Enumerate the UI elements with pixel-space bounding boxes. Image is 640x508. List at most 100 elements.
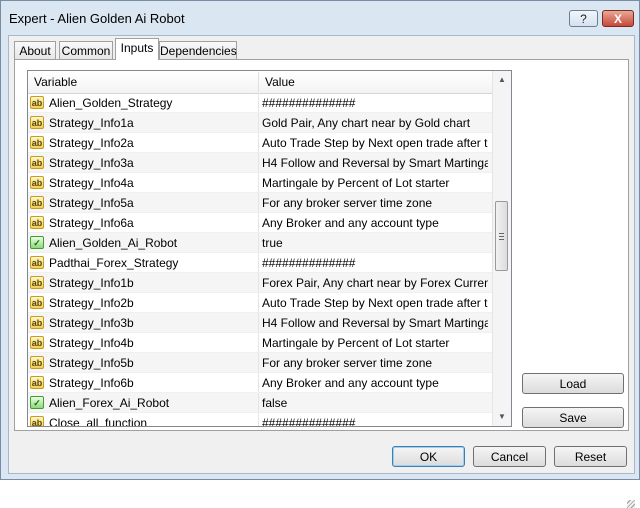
- title-bar[interactable]: Expert - Alien Golden Ai Robot ? X: [1, 1, 639, 35]
- grip-line: [499, 233, 504, 234]
- input-row[interactable]: ab Strategy_Info5a For any broker server t…: [28, 193, 492, 213]
- variable-value[interactable]: ##############: [262, 416, 488, 426]
- variable-value[interactable]: For any broker server time zone: [262, 196, 488, 210]
- variable-name: Alien_Golden_Strategy: [49, 96, 173, 110]
- input-row[interactable]: ab Strategy_Info4b Martingale by Percent o…: [28, 333, 492, 353]
- scroll-up-arrow-icon[interactable]: ▲: [493, 71, 511, 89]
- string-type-icon: ab: [30, 356, 44, 369]
- cell-divider: [258, 333, 259, 352]
- variable-name: Strategy_Info3a: [49, 156, 134, 170]
- string-type-icon: ab: [30, 176, 44, 189]
- variable-name: Alien_Forex_Ai_Robot: [49, 396, 170, 410]
- tab-inputs[interactable]: Inputs: [115, 38, 159, 60]
- input-row[interactable]: ab Strategy_Info4a Martingale by Percent o…: [28, 173, 492, 193]
- scroll-down-arrow-icon[interactable]: ▼: [493, 408, 511, 426]
- variable-name: Strategy_Info4a: [49, 176, 134, 190]
- ok-button[interactable]: OK: [392, 446, 465, 467]
- input-row[interactable]: ab Padthai_Forex_Strategy ##############: [28, 253, 492, 273]
- cell-divider: [258, 193, 259, 212]
- variable-value[interactable]: Martingale by Percent of Lot starter: [262, 176, 488, 190]
- input-row[interactable]: ab Strategy_Info5b For any broker server t…: [28, 353, 492, 373]
- grid-rows: ab Alien_Golden_Strategy ############## ab S…: [28, 93, 492, 427]
- variable-value[interactable]: Auto Trade Step by Next open trade after…: [262, 136, 488, 150]
- input-row[interactable]: ✓ Alien_Forex_Ai_Robot false: [28, 393, 492, 413]
- input-row[interactable]: ✓ Alien_Golden_Ai_Robot true: [28, 233, 492, 253]
- cell-divider: [258, 293, 259, 312]
- variable-name: Alien_Golden_Ai_Robot: [49, 236, 178, 250]
- column-header-variable[interactable]: Variable: [34, 75, 77, 89]
- variable-name: Strategy_Info6a: [49, 216, 134, 230]
- variable-name: Strategy_Info2a: [49, 136, 134, 150]
- variable-name: Strategy_Info5b: [49, 356, 134, 370]
- string-type-icon: ab: [30, 376, 44, 389]
- string-type-icon: ab: [30, 256, 44, 269]
- boolean-type-icon: ✓: [30, 396, 44, 409]
- input-row[interactable]: ab Strategy_Info6b Any Broker and any acco…: [28, 373, 492, 393]
- variable-name: Strategy_Info3b: [49, 316, 134, 330]
- resize-grip-icon[interactable]: [627, 500, 635, 508]
- scroll-thumb[interactable]: [495, 201, 508, 271]
- cell-divider: [258, 373, 259, 392]
- input-row[interactable]: ab Strategy_Info2a Auto Trade Step by Next…: [28, 133, 492, 153]
- string-type-icon: ab: [30, 416, 44, 427]
- variable-value[interactable]: Any Broker and any account type: [262, 376, 488, 390]
- variable-name: Strategy_Info5a: [49, 196, 134, 210]
- input-row[interactable]: ab Strategy_Info2b Auto Trade Step by Next…: [28, 293, 492, 313]
- string-type-icon: ab: [30, 276, 44, 289]
- string-type-icon: ab: [30, 216, 44, 229]
- cell-divider: [258, 213, 259, 232]
- expert-dialog: Expert - Alien Golden Ai Robot ? X About…: [0, 0, 640, 508]
- variable-value[interactable]: Gold Pair, Any chart near by Gold chart: [262, 116, 488, 130]
- variable-name: Padthai_Forex_Strategy: [49, 256, 179, 270]
- variable-value[interactable]: H4 Follow and Reversal by Smart Martinga…: [262, 156, 488, 170]
- vertical-scrollbar[interactable]: ▲ ▼: [492, 71, 511, 426]
- input-row[interactable]: ab Close_all_function ##############: [28, 413, 492, 427]
- string-type-icon: ab: [30, 296, 44, 309]
- variable-value[interactable]: Auto Trade Step by Next open trade after…: [262, 296, 488, 310]
- cell-divider: [258, 393, 259, 412]
- cell-divider: [258, 273, 259, 292]
- close-button[interactable]: X: [602, 10, 634, 27]
- cell-divider: [258, 173, 259, 192]
- input-row[interactable]: ab Strategy_Info3a H4 Follow and Reversal …: [28, 153, 492, 173]
- help-button[interactable]: ?: [569, 10, 598, 27]
- tab-dependencies[interactable]: Dependencies: [159, 41, 237, 59]
- window-title: Expert - Alien Golden Ai Robot: [9, 11, 185, 26]
- input-row[interactable]: ab Alien_Golden_Strategy ##############: [28, 93, 492, 113]
- input-row[interactable]: ab Strategy_Info1a Gold Pair, Any chart ne…: [28, 113, 492, 133]
- variable-value[interactable]: For any broker server time zone: [262, 356, 488, 370]
- variable-value[interactable]: false: [262, 396, 488, 410]
- variable-value[interactable]: ##############: [262, 96, 488, 110]
- variable-value[interactable]: true: [262, 236, 488, 250]
- cell-divider: [258, 233, 259, 252]
- variable-name: Strategy_Info6b: [49, 376, 134, 390]
- string-type-icon: ab: [30, 336, 44, 349]
- string-type-icon: ab: [30, 316, 44, 329]
- inputs-panel: Variable Value ab Alien_Golden_Strategy ##…: [14, 59, 629, 431]
- variable-value[interactable]: Martingale by Percent of Lot starter: [262, 336, 488, 350]
- tab-common[interactable]: Common: [59, 41, 113, 59]
- cell-divider: [258, 93, 259, 112]
- variable-name: Strategy_Info4b: [49, 336, 134, 350]
- variable-name: Strategy_Info2b: [49, 296, 134, 310]
- input-row[interactable]: ab Strategy_Info3b H4 Follow and Reversal …: [28, 313, 492, 333]
- variable-value[interactable]: Any Broker and any account type: [262, 216, 488, 230]
- cancel-button[interactable]: Cancel: [473, 446, 546, 467]
- variable-value[interactable]: ##############: [262, 256, 488, 270]
- input-row[interactable]: ab Strategy_Info1b Forex Pair, Any chart n…: [28, 273, 492, 293]
- reset-button[interactable]: Reset: [554, 446, 627, 467]
- column-header-value[interactable]: Value: [265, 75, 295, 89]
- cell-divider: [258, 153, 259, 172]
- string-type-icon: ab: [30, 156, 44, 169]
- save-button[interactable]: Save: [522, 407, 624, 428]
- variable-value[interactable]: Forex Pair, Any chart near by Forex Curr…: [262, 276, 488, 290]
- load-button[interactable]: Load: [522, 373, 624, 394]
- grip-line: [499, 239, 504, 240]
- variable-name: Strategy_Info1b: [49, 276, 134, 290]
- boolean-type-icon: ✓: [30, 236, 44, 249]
- variable-value[interactable]: H4 Follow and Reversal by Smart Martinga…: [262, 316, 488, 330]
- tab-about[interactable]: About: [14, 41, 56, 59]
- variable-name: Strategy_Info1a: [49, 116, 134, 130]
- column-divider[interactable]: [258, 72, 259, 92]
- input-row[interactable]: ab Strategy_Info6a Any Broker and any acco…: [28, 213, 492, 233]
